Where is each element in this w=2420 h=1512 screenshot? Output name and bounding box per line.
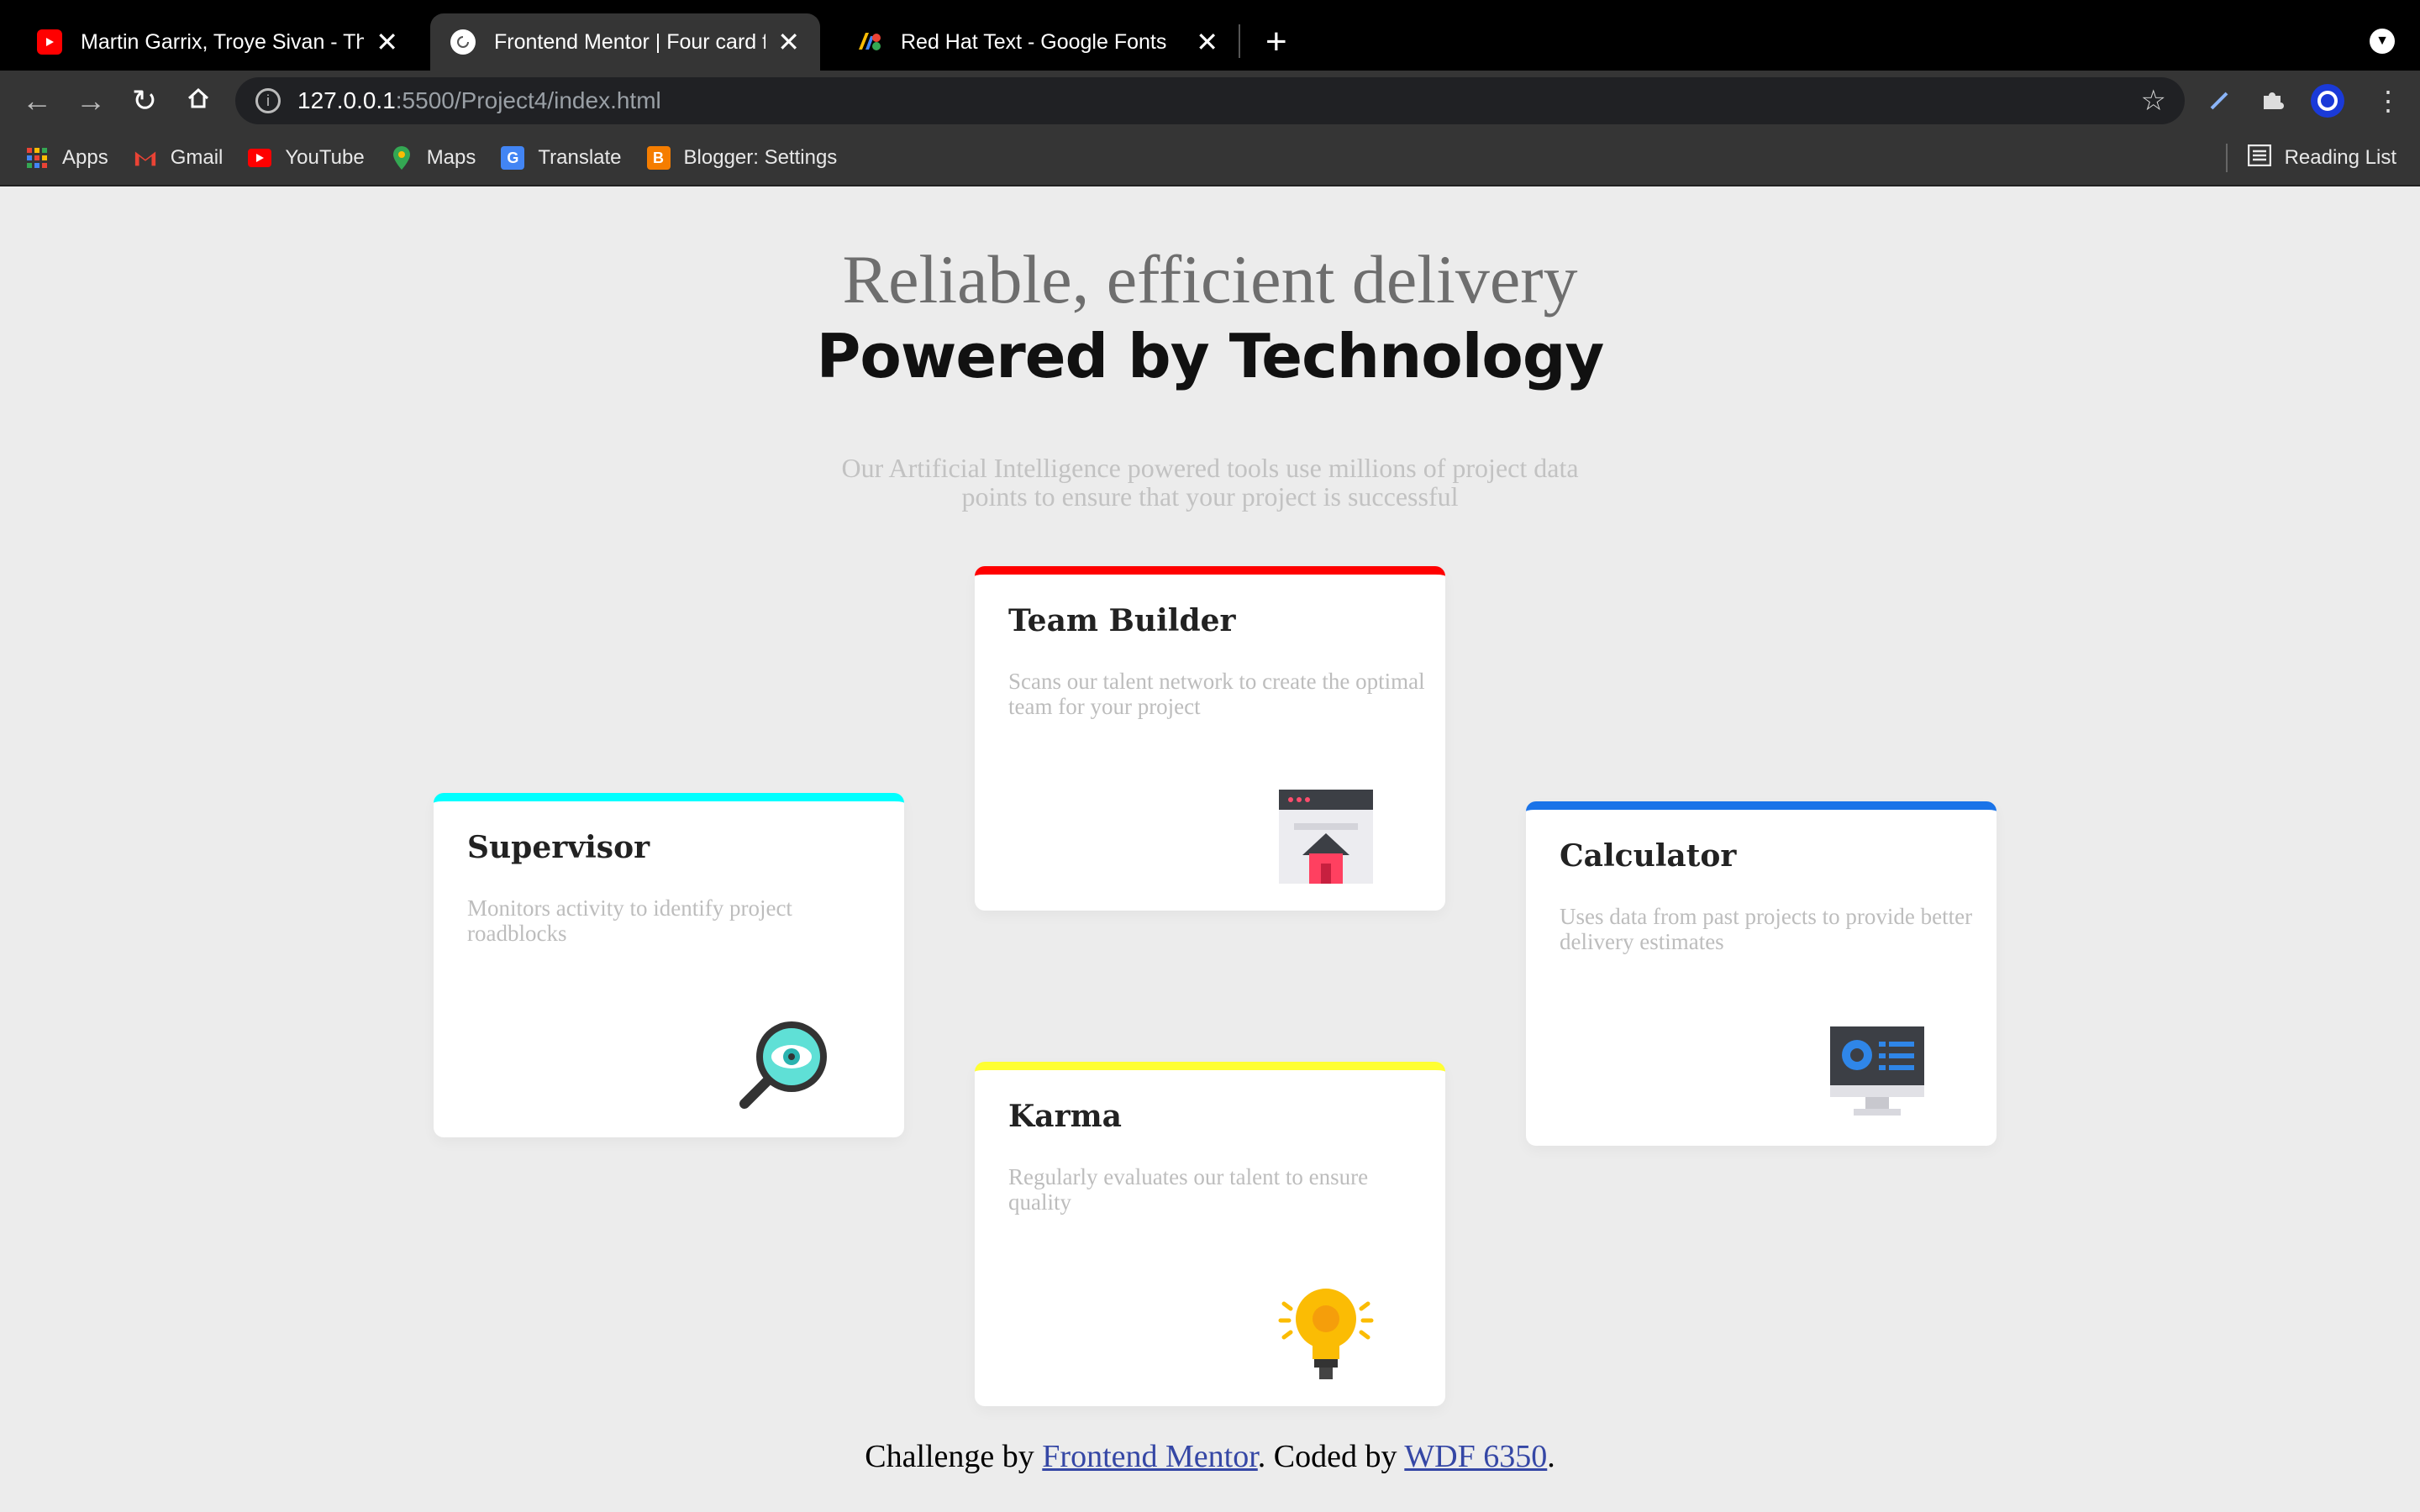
bookmark-maps[interactable]: Maps (390, 146, 476, 170)
close-icon[interactable]: ✕ (777, 26, 800, 58)
tab-search-icon[interactable]: ▼ (2370, 29, 2395, 54)
card-karma: Karma Regularly evaluates our talent to … (975, 1062, 1445, 1406)
bookmarks-separator (2225, 144, 2228, 172)
home-icon[interactable] (171, 83, 225, 118)
bookmark-label: Blogger: Settings (683, 146, 838, 169)
maps-pin-icon (390, 146, 413, 170)
attribution-footer: Challenge by Frontend Mentor. Coded by W… (0, 1438, 2420, 1475)
new-tab-button[interactable]: + (1265, 13, 1287, 71)
footer-middle: . Coded by (1257, 1439, 1405, 1474)
card-supervisor: Supervisor Monitors activity to identify… (434, 793, 904, 1137)
footer-prefix: Challenge by (865, 1439, 1043, 1474)
reading-list-icon (2247, 144, 2271, 172)
google-fonts-icon (857, 29, 882, 55)
url-path: :5500/Project4/index.html (395, 87, 661, 113)
tab-separator (1239, 24, 1240, 58)
lightbulb-icon (1278, 1289, 1374, 1379)
browser-toolbar: ← → ↻ i 127.0.0.1:5500/Project4/index.ht… (0, 71, 2420, 131)
card-text: Scans our talent network to create the o… (1008, 669, 1425, 719)
address-bar[interactable]: i 127.0.0.1:5500/Project4/index.html ☆ (235, 77, 2185, 124)
page-content: Reliable, efficient delivery Powered by … (0, 186, 2420, 1512)
tab-title: Red Hat Text - Google Fonts (901, 29, 1167, 54)
card-text: Regularly evaluates our talent to ensure… (1008, 1164, 1369, 1215)
youtube-icon (37, 29, 62, 55)
url-host: 127.0.0.1 (297, 87, 396, 113)
tab-title: Martin Garrix, Troye Sivan - The (81, 29, 365, 54)
footer-suffix: . (1547, 1439, 1555, 1474)
close-icon[interactable]: ✕ (1196, 26, 1218, 58)
frontend-mentor-link[interactable]: Frontend Mentor (1042, 1439, 1257, 1474)
menu-kebab-icon[interactable]: ⋮ (2375, 71, 2402, 131)
tab-frontend-mentor[interactable]: Frontend Mentor | Four card fe ✕ (430, 13, 820, 71)
close-icon[interactable]: ✕ (376, 26, 398, 58)
blogger-icon: B (646, 146, 671, 170)
bookmark-label: Gmail (170, 146, 224, 169)
youtube-icon (248, 149, 272, 167)
bookmark-translate[interactable]: G Translate (501, 146, 622, 170)
tab-strip: Martin Garrix, Troye Sivan - The ✕ Front… (0, 0, 2420, 71)
profile-avatar[interactable] (2309, 71, 2346, 131)
headline-light: Reliable, efficient delivery (842, 241, 1578, 318)
tab-google-fonts[interactable]: Red Hat Text - Google Fonts ✕ (837, 13, 1239, 71)
author-link[interactable]: WDF 6350 (1404, 1439, 1547, 1474)
pen-extension-icon[interactable] (2207, 71, 2232, 131)
magnifier-eye-icon (739, 1021, 827, 1109)
card-title: Supervisor (467, 830, 650, 865)
info-icon[interactable]: i (255, 88, 281, 113)
bookmark-apps[interactable]: Apps (25, 146, 108, 170)
tab-youtube[interactable]: Martin Garrix, Troye Sivan - The ✕ (17, 13, 418, 71)
extensions-puzzle-icon[interactable] (2259, 71, 2286, 131)
team-builder-window-icon (1279, 790, 1373, 884)
reading-list-button[interactable]: Reading List (2225, 131, 2396, 185)
bookmarks-bar: Apps Gmail YouTube Maps G Translate B Bl… (0, 131, 2420, 186)
card-text: Uses data from past projects to provide … (1560, 904, 1973, 954)
intro-text: Our Artificial Intelligence powered tool… (841, 453, 1579, 512)
reload-icon[interactable]: ↻ (118, 83, 171, 118)
bookmark-label: Apps (62, 146, 108, 169)
bookmark-youtube[interactable]: YouTube (248, 146, 365, 170)
translate-icon: G (501, 146, 525, 170)
bookmark-label: Translate (538, 146, 622, 169)
calculator-monitor-icon (1830, 1026, 1924, 1116)
card-calculator: Calculator Uses data from past projects … (1526, 801, 1996, 1146)
back-icon[interactable]: ← (10, 83, 64, 118)
tab-title: Frontend Mentor | Four card fe (494, 29, 766, 54)
gmail-icon (134, 146, 157, 170)
card-team-builder: Team Builder Scans our talent network to… (975, 566, 1445, 911)
bookmark-label: YouTube (285, 146, 365, 169)
forward-icon[interactable]: → (64, 83, 118, 118)
card-title: Team Builder (1008, 603, 1236, 638)
bookmark-star-icon[interactable]: ☆ (2141, 84, 2166, 118)
reading-list-label: Reading List (2284, 146, 2396, 169)
card-text: Monitors activity to identify project ro… (467, 895, 792, 946)
card-title: Karma (1008, 1099, 1122, 1134)
loading-icon (450, 29, 476, 55)
bookmark-label: Maps (426, 146, 476, 169)
card-title: Calculator (1560, 838, 1737, 874)
apps-grid-icon (25, 146, 49, 170)
headline-bold: Powered by Technology (816, 321, 1605, 391)
bookmark-gmail[interactable]: Gmail (134, 146, 224, 170)
bookmark-blogger[interactable]: B Blogger: Settings (646, 146, 838, 170)
